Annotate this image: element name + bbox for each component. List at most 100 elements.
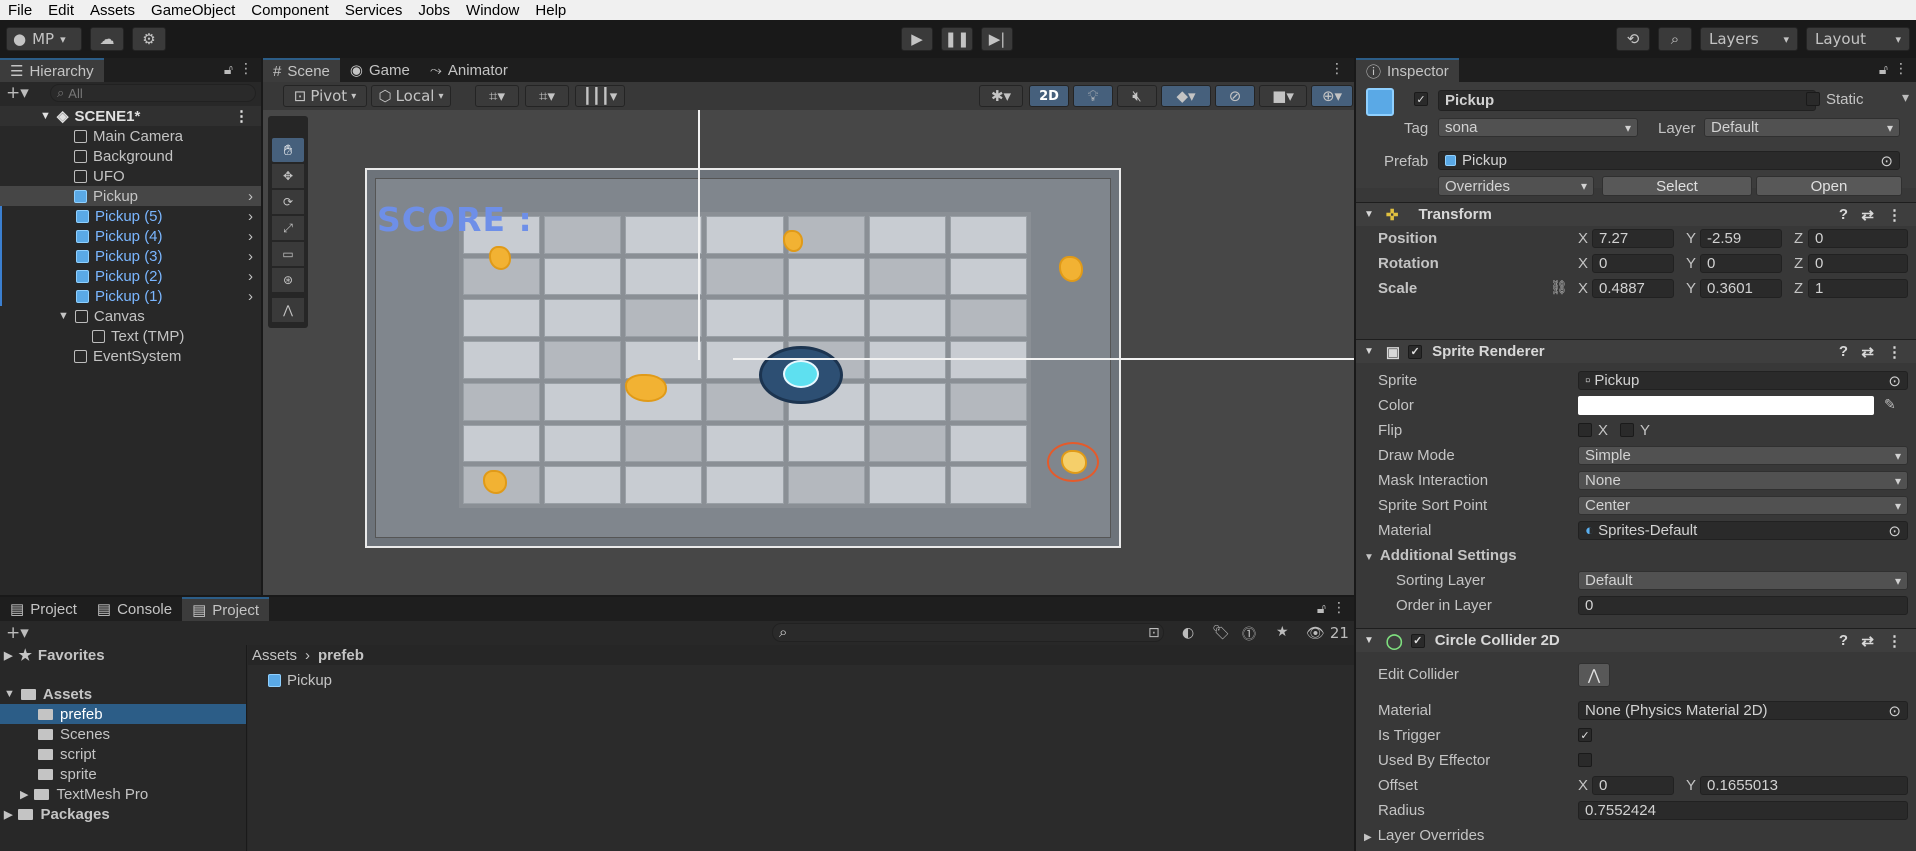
object-name-input[interactable]: Pickup [1438, 90, 1816, 111]
radius-input[interactable]: 0.7552424 [1578, 801, 1908, 820]
menu-component[interactable]: Component [243, 2, 337, 19]
add-icon[interactable]: +▾ [6, 83, 29, 103]
layer-dropdown[interactable]: Default [1704, 118, 1900, 137]
object-picker-icon[interactable]: ⊙ [1888, 702, 1901, 720]
folder-scenes[interactable]: Scenes [0, 724, 246, 744]
kebab-menu-icon[interactable]: ⋮ [239, 61, 253, 77]
folder-prefeb[interactable]: prefeb [0, 704, 246, 724]
rotation-y-input[interactable]: 0 [1700, 254, 1782, 273]
sprite-sort-point-dropdown[interactable]: Center [1578, 496, 1908, 515]
mask-interaction-dropdown[interactable]: None [1578, 471, 1908, 490]
chevron-right-icon[interactable]: › [248, 248, 253, 265]
draw-mode-button[interactable]: ✱▾ [979, 85, 1023, 107]
account-dropdown[interactable]: ● MP ▾ [6, 27, 82, 51]
lock-icon[interactable]: 🔓︎ [224, 62, 233, 78]
lock-icon[interactable]: 🔓︎ [1317, 601, 1326, 617]
help-icon[interactable]: ? [1839, 632, 1848, 649]
circle-collider-header[interactable]: ▼ ◯ ✓ Circle Collider 2D ? ⇄ ⋮ [1356, 628, 1916, 652]
hand-tool-icon[interactable]: ✋︎ [272, 138, 304, 162]
kebab-menu-icon[interactable]: ⋮ [1887, 206, 1902, 224]
layers-dropdown[interactable]: Layers ▾ [1700, 27, 1798, 51]
prefab-field[interactable]: Pickup ⊙ [1438, 151, 1900, 170]
scale-x-input[interactable]: 0.4887 [1592, 279, 1674, 298]
draw-mode-dropdown[interactable]: Simple [1578, 446, 1908, 465]
rotation-z-input[interactable]: 0 [1808, 254, 1908, 273]
scale-z-input[interactable]: 1 [1808, 279, 1908, 298]
chevron-down-icon[interactable]: ▾ [1902, 90, 1909, 106]
help-icon[interactable]: ? [1839, 206, 1848, 223]
order-in-layer-input[interactable]: 0 [1578, 596, 1908, 615]
object-picker-icon[interactable]: ⊙ [1888, 522, 1901, 540]
kebab-menu-icon[interactable]: ⋮ [1894, 61, 1908, 77]
assets-row[interactable]: ▼ Assets [0, 684, 246, 704]
hierarchy-item-ufo[interactable]: UFO [0, 166, 261, 186]
preset-icon[interactable]: ⇄ [1861, 206, 1874, 224]
collider-enabled-checkbox[interactable]: ✓ [1410, 633, 1425, 648]
search-button[interactable]: ⌕ [1658, 27, 1692, 51]
tab-animator[interactable]: ⤳ Animator [420, 58, 518, 82]
grid-snap-button[interactable]: ⌗▾ [475, 85, 519, 107]
offset-x-input[interactable]: 0 [1592, 776, 1674, 795]
toggle-2d-button[interactable]: 2D [1029, 85, 1069, 107]
hierarchy-item-pickup-3[interactable]: Pickup (3) › [0, 246, 261, 266]
project-search-input[interactable]: ⌕ [772, 623, 1164, 642]
step-button[interactable]: ▶| [981, 27, 1013, 51]
scale-tool-icon[interactable]: ⤢ [272, 216, 304, 240]
tag-dropdown[interactable]: sona [1438, 118, 1638, 137]
kebab-menu-icon[interactable]: ⋮ [234, 107, 249, 125]
camera-dropdown[interactable]: ■▾ [1259, 85, 1307, 107]
offset-y-input[interactable]: 0.1655013 [1700, 776, 1908, 795]
hierarchy-search-input[interactable]: ⌕ All [50, 84, 256, 102]
preset-icon[interactable]: ⇄ [1861, 632, 1874, 650]
menu-services[interactable]: Services [337, 2, 411, 19]
lock-icon[interactable]: 🔓︎ [1879, 62, 1888, 78]
chevron-right-icon[interactable]: › [248, 268, 253, 285]
transform-header[interactable]: ▼ ✜ Transform ? ⇄ ⋮ [1356, 202, 1916, 226]
rotate-tool-icon[interactable]: ⟳ [272, 190, 304, 214]
cloud-button[interactable]: ☁ [90, 27, 124, 51]
play-button[interactable]: ▶ [901, 27, 933, 51]
position-z-input[interactable]: 0 [1808, 229, 1908, 248]
position-y-input[interactable]: -2.59 [1700, 229, 1782, 248]
hierarchy-item-pickup-4[interactable]: Pickup (4) › [0, 226, 261, 246]
static-checkbox[interactable] [1806, 92, 1820, 106]
menu-gameobject[interactable]: GameObject [143, 2, 243, 19]
pause-button[interactable]: ❚❚ [941, 27, 973, 51]
hierarchy-item-pickup-1[interactable]: Pickup (1) › [0, 286, 261, 306]
hierarchy-item-canvas[interactable]: ▼ Canvas [0, 306, 261, 326]
tab-game[interactable]: ◉ Game [340, 58, 420, 82]
object-picker-icon[interactable]: ⊙ [1888, 372, 1901, 390]
tab-project[interactable]: ▤ Project [0, 597, 87, 621]
scene-view[interactable]: ✋︎ ✥ ⟳ ⤢ ▭ ⊛ ⋀ SCORE : [263, 110, 1354, 595]
star-icon[interactable]: ★ [1276, 624, 1289, 640]
preset-icon[interactable]: ⇄ [1861, 343, 1874, 361]
label-filter-icon[interactable]: 🏷︎ [1212, 625, 1230, 641]
visibility-count[interactable]: 👁︎ 21 [1306, 624, 1349, 642]
edit-collider-button[interactable]: ⋀ [1578, 663, 1610, 687]
used-by-effector-checkbox[interactable] [1578, 753, 1592, 767]
rect-tool-icon[interactable]: ▭ [272, 242, 304, 266]
breadcrumb-prefeb[interactable]: prefeb [318, 647, 364, 664]
effects-toggle[interactable]: ◆▾ [1161, 85, 1211, 107]
material-field[interactable]: ◐ Sprites-Default ⊙ [1578, 521, 1908, 540]
flip-y-checkbox[interactable] [1620, 423, 1634, 437]
tab-console[interactable]: ▤ Console [87, 597, 182, 621]
hierarchy-item-text-tmp[interactable]: Text (TMP) [0, 326, 261, 346]
folder-script[interactable]: script [0, 744, 246, 764]
kebab-menu-icon[interactable]: ⋮ [1887, 632, 1902, 650]
link-icon[interactable]: ⛓︎ [1550, 280, 1568, 296]
menu-edit[interactable]: Edit [40, 2, 82, 19]
hierarchy-item-pickup-5[interactable]: Pickup (5) › [0, 206, 261, 226]
sprite-renderer-enabled-checkbox[interactable]: ✓ [1408, 344, 1423, 359]
color-swatch[interactable] [1578, 396, 1874, 415]
chevron-right-icon[interactable]: › [248, 188, 253, 205]
sprite-renderer-header[interactable]: ▼ ▣ ✓ Sprite Renderer ? ⇄ ⋮ [1356, 339, 1916, 363]
hierarchy-item-background[interactable]: Background [0, 146, 261, 166]
pivot-dropdown[interactable]: ⊡ Pivot ▾ [283, 85, 367, 107]
hidden-toggle[interactable]: ⊘ [1215, 85, 1255, 107]
object-picker-icon[interactable]: ⊙ [1880, 152, 1893, 170]
flip-x-checkbox[interactable] [1578, 423, 1592, 437]
type-filter-icon[interactable]: ◐ [1182, 625, 1194, 641]
sprite-field[interactable]: ▫ Pickup ⊙ [1578, 371, 1908, 390]
kebab-menu-icon[interactable]: ⋮ [1330, 61, 1344, 77]
